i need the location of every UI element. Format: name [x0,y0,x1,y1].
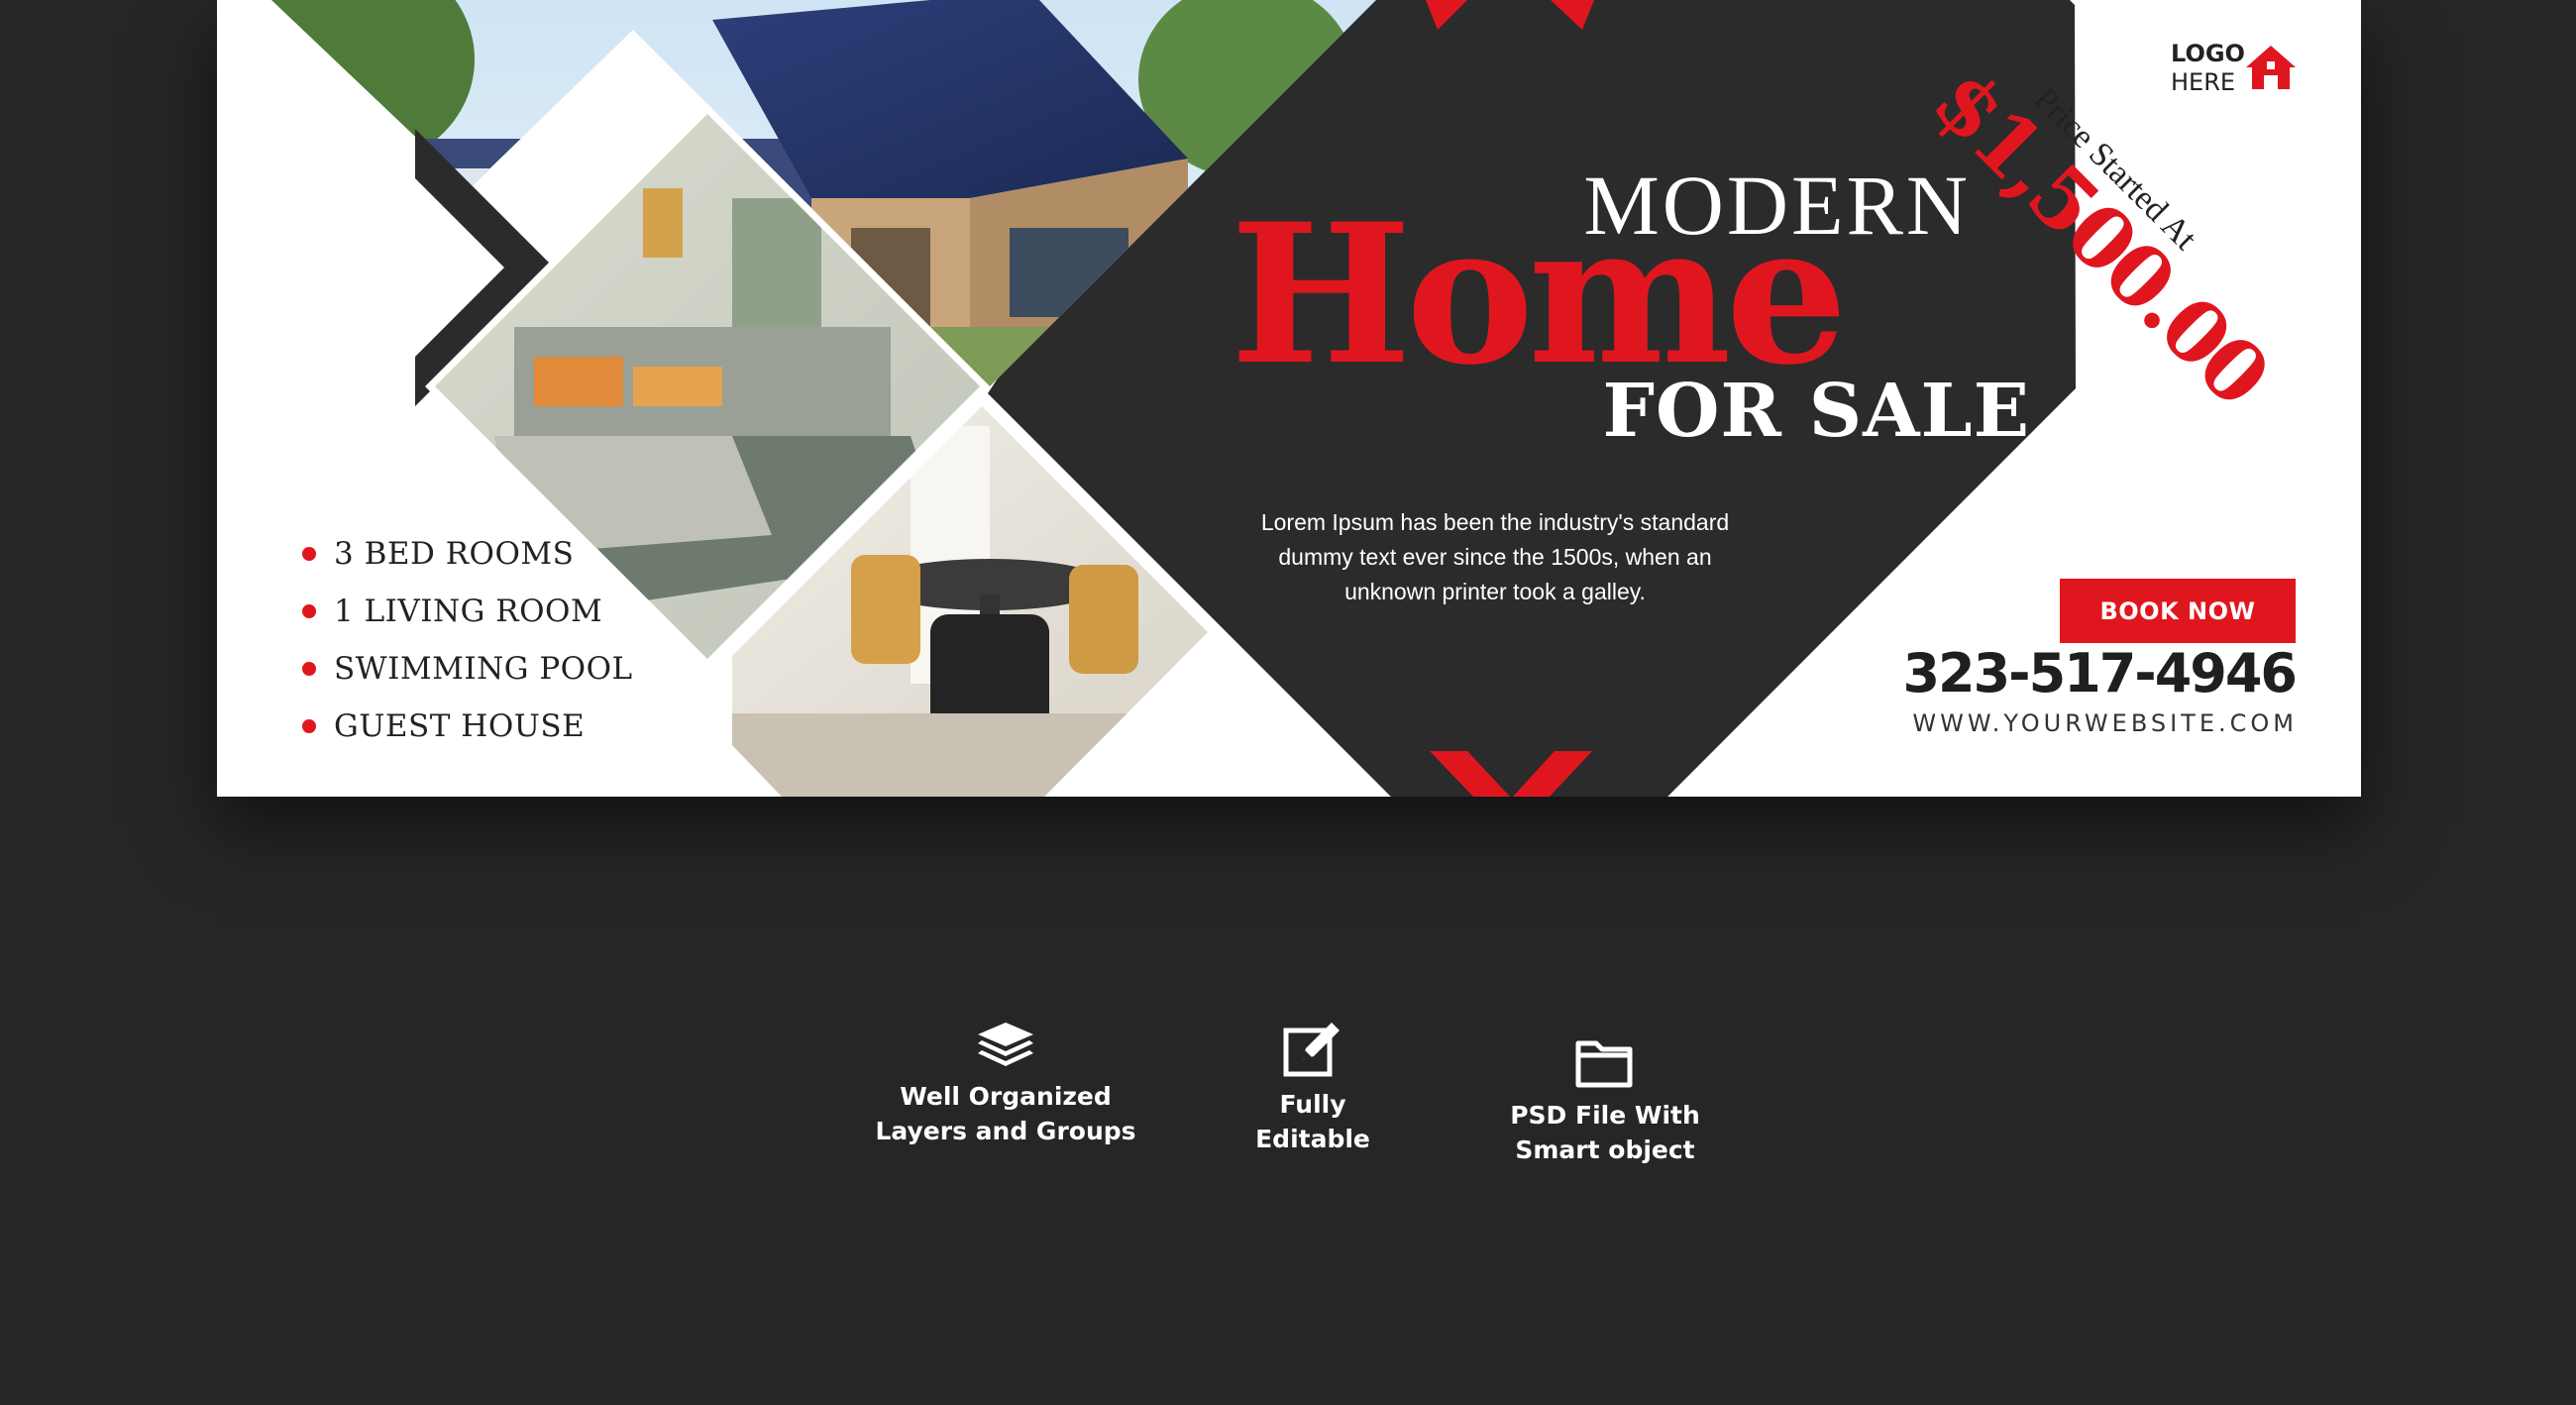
folder-icon [1575,1040,1633,1088]
edit-icon [1283,1023,1340,1077]
title-for-sale: FOR SALE [1602,369,2030,454]
title-home: Home [1230,181,1848,407]
real-estate-banner: MODERN Home FOR SALE Lorem Ipsum has bee… [217,0,2361,797]
layers-icon [978,1023,1033,1066]
badge-layers: Well Organized Layers and Groups [872,1021,1139,1148]
list-item: 3 BED ROOMS [286,525,633,583]
badge-editable: Fully Editable [1209,1021,1417,1156]
features-list: 3 BED ROOMS 1 LIVING ROOM SWIMMING POOL … [286,525,633,755]
bullet-icon [302,662,316,676]
list-item: 1 LIVING ROOM [286,583,633,640]
bullet-icon [302,547,316,561]
book-now-button[interactable]: BOOK NOW [2060,579,2296,643]
bullet-icon [302,719,316,733]
list-item: GUEST HOUSE [286,698,633,755]
website-url: WWW.YOURWEBSITE.COM [1912,709,2298,737]
description-text: Lorem Ipsum has been the industry's stan… [1260,509,1730,604]
house-icon [2246,46,2296,89]
badge-psd: PSD File With Smart object [1486,1035,1724,1167]
bullet-icon [302,604,316,618]
phone-number: 323-517-4946 [1902,642,2298,704]
list-item: SWIMMING POOL [286,640,633,698]
